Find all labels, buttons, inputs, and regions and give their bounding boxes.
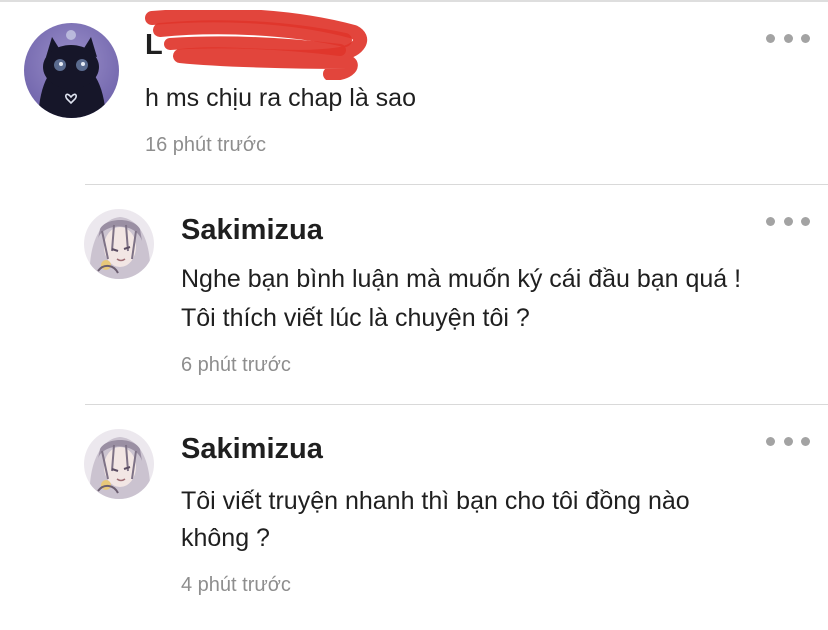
- more-options-button[interactable]: [766, 209, 810, 233]
- more-dots-icon: [766, 216, 775, 226]
- user-avatar[interactable]: [84, 429, 154, 499]
- anime-character-avatar-icon: [84, 429, 154, 499]
- comment-text: h ms chịu ra chap là sao: [145, 84, 416, 112]
- more-dot: [783, 216, 793, 226]
- comment-text-line: Tôi viết truyện nhanh thì bạn cho tôi đồ…: [181, 487, 690, 515]
- more-dots-icon: [766, 436, 775, 446]
- comment-timestamp: 6 phút trước: [181, 354, 291, 376]
- user-avatar[interactable]: [24, 23, 119, 118]
- more-dot: [783, 436, 793, 446]
- more-dot: [783, 33, 793, 43]
- more-dot: [801, 216, 810, 226]
- comment-timestamp: 16 phút trước: [145, 134, 267, 156]
- more-dot: [801, 436, 810, 446]
- comment-item: L h ms chịu ra chap là sao 16 phút trước: [0, 0, 828, 184]
- comment-thread: L h ms chịu ra chap là sao 16 phút trước: [0, 0, 828, 630]
- comment-text-line: Nghe bạn bình luận mà muốn ký cái đầu bạ…: [181, 265, 742, 293]
- more-options-button[interactable]: [766, 429, 810, 453]
- comment-timestamp: 4 phút trước: [181, 574, 291, 596]
- user-avatar[interactable]: [84, 209, 154, 279]
- comment-username[interactable]: Sakimizua: [181, 431, 323, 467]
- reply-item: Sakimizua Tôi viết truyện nhanh thì bạn …: [0, 405, 828, 630]
- comment-username[interactable]: Sakimizua: [181, 212, 323, 248]
- anime-character-avatar-icon: [84, 209, 154, 279]
- more-dots-icon: [766, 33, 775, 43]
- redaction-scribble: [145, 10, 368, 80]
- dark-cat-avatar-icon: [24, 23, 119, 118]
- comment-text-line: không ?: [181, 524, 270, 552]
- reply-item: Sakimizua Nghe bạn bình luận mà muốn ký …: [0, 185, 828, 404]
- comment-text-line: Tôi thích viết lúc là chuyện tôi ?: [181, 304, 530, 332]
- more-dot: [801, 33, 810, 43]
- more-options-button[interactable]: [766, 26, 810, 50]
